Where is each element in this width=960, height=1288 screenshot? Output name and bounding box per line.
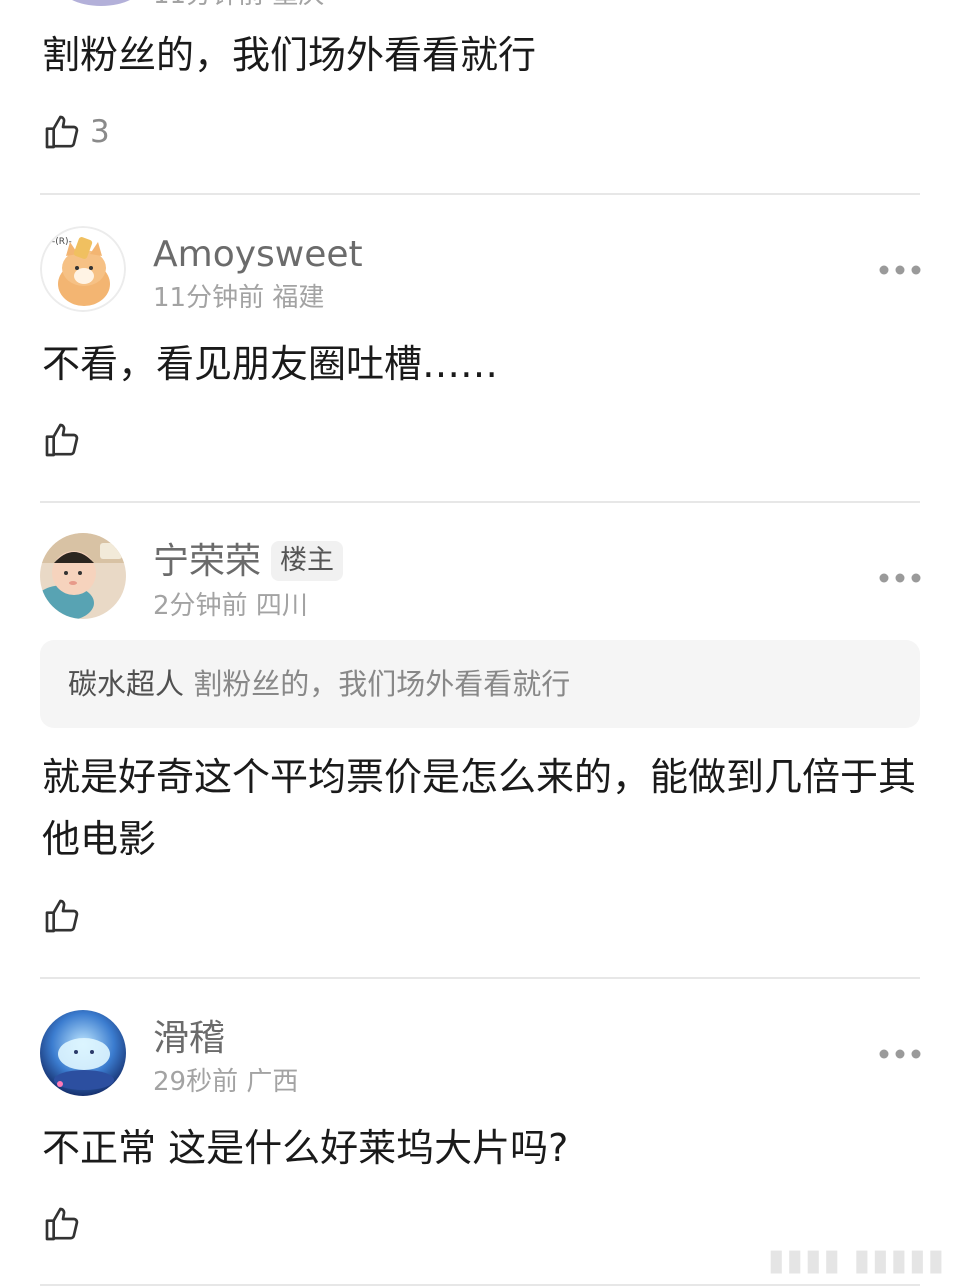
more-options-button[interactable] [874, 566, 926, 590]
comment-text: 就是好奇这个平均票价是怎么来的，能做到几倍于其他电影 [42, 755, 917, 861]
comment-meta: 11分钟前 福建 [153, 281, 324, 315]
quoted-reply[interactable]: 碳水超人 割粉丝的，我们场外看看就行 [40, 640, 920, 728]
thumbs-up-outline-icon [45, 115, 79, 149]
comment-location: 广西 [246, 1067, 299, 1097]
quoted-author[interactable]: 碳水超人 [68, 667, 184, 701]
divider [40, 501, 920, 503]
like-button[interactable] [42, 1202, 90, 1246]
quoted-text: 割粉丝的，我们场外看看就行 [193, 667, 571, 701]
username-row: 宁荣荣 楼主 [153, 540, 344, 584]
comment-location: 福建 [272, 283, 325, 313]
comment-text: 不看，看见朋友圈吐槽…… [42, 342, 499, 386]
more-options-button[interactable] [874, 258, 926, 282]
op-badge: 楼主 [271, 541, 344, 581]
cat-avatar-image: -(R)- [40, 226, 126, 312]
moon-avatar-image [40, 1010, 126, 1096]
comment-meta: 11分钟前 重庆 [153, 0, 324, 12]
comment-feed: 11分钟前 重庆 割粉丝的，我们场外看看就行 3 [0, 0, 960, 1288]
more-horizontal-icon [879, 265, 921, 275]
avatar[interactable] [58, 0, 144, 6]
baby-avatar-image [40, 533, 126, 619]
more-options-button[interactable] [874, 1042, 926, 1066]
avatar[interactable]: -(R)- [40, 226, 126, 312]
comment-location: 四川 [255, 591, 308, 621]
comment-meta: 2分钟前 四川 [153, 589, 308, 623]
comment-time: 29秒前 [153, 1067, 239, 1097]
comment-meta: 29秒前 广西 [153, 1065, 298, 1099]
divider [40, 1284, 920, 1286]
comment-time: 11分钟前 [153, 283, 265, 313]
more-horizontal-icon [879, 573, 921, 583]
svg-text:-(R)-: -(R)- [52, 237, 72, 247]
username[interactable]: Amoysweet [153, 233, 363, 277]
thumbs-up-outline-icon [45, 423, 79, 457]
divider [40, 193, 920, 195]
watermark: ▮▮▮▮ ▮▮▮▮▮ [767, 1243, 946, 1278]
username[interactable]: 宁荣荣 [153, 541, 261, 582]
comment-time: 2分钟前 [153, 591, 248, 621]
comment-text: 不正常 这是什么好莱坞大片吗? [42, 1126, 569, 1170]
thumbs-up-outline-icon [45, 899, 79, 933]
avatar[interactable] [40, 533, 126, 619]
comment-text: 割粉丝的，我们场外看看就行 [42, 33, 537, 77]
like-count: 3 [90, 114, 110, 150]
like-button[interactable] [42, 418, 90, 462]
more-horizontal-icon [879, 1049, 921, 1059]
avatar[interactable] [40, 1010, 126, 1096]
like-button[interactable] [42, 894, 90, 938]
divider [40, 977, 920, 979]
thumbs-up-outline-icon [45, 1207, 79, 1241]
username[interactable]: 滑稽 [153, 1017, 225, 1061]
like-button[interactable]: 3 [42, 110, 110, 154]
